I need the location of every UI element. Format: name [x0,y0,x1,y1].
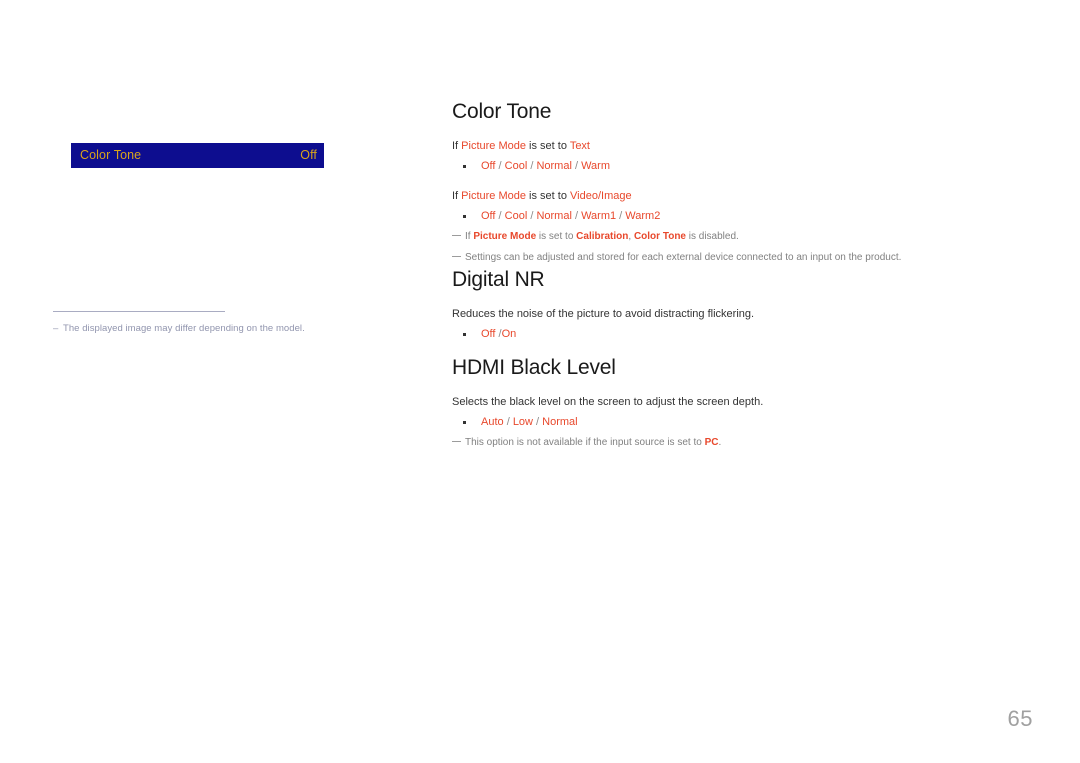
text-run: is disabled. [685,231,739,242]
option-value[interactable]: Normal [536,210,571,222]
emphasis-term: Picture Mode [473,231,537,242]
option-list-row: Off /On [452,329,754,340]
text-run: is set to [536,231,577,242]
note-dash-icon [452,441,461,442]
emphasis-term: Color Tone [633,231,686,242]
osd-menu-value: Off [300,148,317,163]
option-list-row: Auto / Low / Normal [452,417,763,428]
option-separator: / [495,210,505,222]
note-dash-icon [452,235,461,236]
emphasis-term: Video/Image [570,190,632,202]
emphasis-term: PC [704,437,719,448]
text-run: Settings can be adjusted and stored for … [465,251,902,263]
section-color-tone: Color Tone If Picture Mode is set to Tex… [452,101,901,263]
option-value[interactable]: Low [513,416,533,428]
footnote-row: Settings can be adjusted and stored for … [452,252,901,264]
text-run: is set to [525,190,571,202]
bullet-icon [463,165,466,168]
section-body: If Picture Mode is set to Text Off / Cool… [452,141,901,263]
body-paragraph: If Picture Mode is set to Video/Image [452,191,901,202]
option-value[interactable]: Off [481,160,495,172]
osd-menu-row-color-tone[interactable]: Color Tone Off [71,143,324,168]
option-list-row: Off / Cool / Normal / Warm [452,161,901,172]
footnote-row: If Picture Mode is set to Calibration, C… [452,231,901,243]
bullet-icon [463,421,466,424]
option-value[interactable]: Off [481,328,495,340]
text-run: If [452,140,462,152]
option-value[interactable]: Cool [505,210,528,222]
footnote-row: This option is not available if the inpu… [452,437,763,449]
footnote-text: Settings can be adjusted and stored for … [465,252,901,264]
option-value[interactable]: Warm [581,160,610,172]
image-disclaimer-note: – The displayed image may differ dependin… [53,323,393,334]
text-run: This option is not available if the inpu… [465,437,705,448]
option-separator: / [533,416,543,428]
footnote-dash: – [53,323,59,334]
footnote-divider [53,311,225,312]
option-value[interactable]: Warm1 [581,210,616,222]
section-body: Reduces the noise of the picture to avoi… [452,309,754,340]
footnote-text: The displayed image may differ depending… [63,323,305,334]
section-heading: Digital NR [452,268,545,291]
option-values: Off / Cool / Normal / Warm [481,161,610,172]
section-body: Selects the black level on the screen to… [452,397,763,449]
footnote-text: This option is not available if the inpu… [465,437,721,449]
option-value[interactable]: Off [481,210,495,222]
section-hdmi-black-level: HDMI Black Level Selects the black level… [452,357,763,449]
option-separator: / [571,160,582,172]
emphasis-term: Picture Mode [461,140,526,152]
option-value[interactable]: Normal [536,160,571,172]
option-values: Off /On [481,329,516,340]
section-digital-nr: Digital NR Reduces the noise of the pict… [452,269,754,340]
body-paragraph: Reduces the noise of the picture to avoi… [452,309,754,320]
option-list-row: Off / Cool / Normal / Warm1 / Warm2 [452,211,901,222]
emphasis-term: Calibration [576,231,629,242]
text-run: is set to [525,140,570,152]
emphasis-term: Picture Mode [461,190,526,202]
option-value[interactable]: Auto [481,416,504,428]
option-values: Off / Cool / Normal / Warm1 / Warm2 [481,211,660,222]
option-value[interactable]: Normal [542,416,577,428]
bullet-icon [463,215,466,218]
section-heading: HDMI Black Level [452,356,616,379]
footnote-text: If Picture Mode is set to Calibration, C… [465,231,739,243]
text-run: If [452,190,462,202]
emphasis-term: Text [569,140,590,152]
text-run: Reduces the noise of the picture to avoi… [452,308,755,320]
option-value[interactable]: Cool [505,160,528,172]
osd-menu-label: Color Tone [80,148,142,163]
body-paragraph: Selects the black level on the screen to… [452,397,763,408]
option-value[interactable]: On [502,328,517,340]
option-separator: / [616,210,626,222]
section-heading: Color Tone [452,100,552,123]
text-run: . [718,437,722,448]
option-separator: / [571,210,582,222]
body-paragraph: If Picture Mode is set to Text [452,141,901,152]
option-values: Auto / Low / Normal [481,417,578,428]
note-dash-icon [452,255,461,257]
option-separator: / [495,160,505,172]
content-column: Color Tone If Picture Mode is set to Tex… [452,0,1052,763]
text-run: Selects the black level on the screen to… [452,396,764,408]
page-number: 65 [1007,706,1033,731]
osd-preview-panel: Color Tone Off – The displayed image may … [0,0,440,763]
option-value[interactable]: Warm2 [625,210,660,222]
bullet-icon [463,333,466,336]
option-separator: / [503,416,513,428]
